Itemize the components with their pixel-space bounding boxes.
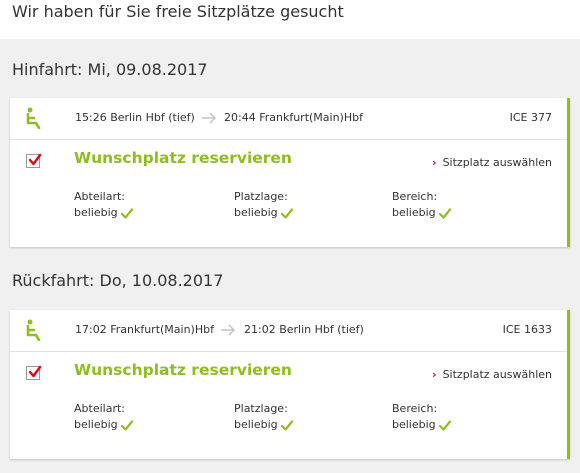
outbound-connection-row: 15:26 Berlin Hbf (tief) 20:44 Frankfurt(… <box>10 98 567 140</box>
checkmark-icon <box>28 365 42 378</box>
compartment-label: Abteilart: <box>74 190 125 203</box>
wunschplatz-title[interactable]: Wunschplatz reservieren <box>74 149 292 167</box>
area-value: beliebig <box>392 418 451 431</box>
check-icon <box>120 419 133 431</box>
select-seat-link[interactable]: › Sitzplatz auswählen <box>432 368 552 381</box>
check-icon <box>120 207 133 219</box>
departure-text: 17:02 Frankfurt(Main)Hbf <box>75 323 214 336</box>
chevron-right-icon: › <box>432 156 437 169</box>
area-label: Bereich: <box>392 190 438 203</box>
check-icon <box>438 207 451 219</box>
wunschplatz-title[interactable]: Wunschplatz reservieren <box>74 361 292 379</box>
outbound-heading: Hinfahrt: Mi, 09.08.2017 <box>12 60 208 79</box>
position-label: Platzlage: <box>234 190 288 203</box>
outbound-card: 15:26 Berlin Hbf (tief) 20:44 Frankfurt(… <box>10 98 570 247</box>
position-label: Platzlage: <box>234 402 288 415</box>
return-connection-row: 17:02 Frankfurt(Main)Hbf 21:02 Berlin Hb… <box>10 310 567 352</box>
content-area: Hinfahrt: Mi, 09.08.2017 15:26 Berlin Hb… <box>0 39 580 473</box>
arrival-text: 20:44 Frankfurt(Main)Hbf <box>224 111 363 124</box>
outbound-seat-option: Wunschplatz reservieren › Sitzplatz auswä… <box>10 140 567 247</box>
arrow-right-icon <box>221 324 236 336</box>
area-value: beliebig <box>392 206 451 219</box>
return-heading: Rückfahrt: Do, 10.08.2017 <box>12 271 224 290</box>
seat-icon <box>26 319 41 341</box>
compartment-label: Abteilart: <box>74 402 125 415</box>
arrival-text: 21:02 Berlin Hbf (tief) <box>244 323 364 336</box>
check-icon <box>280 419 293 431</box>
wunschplatz-checkbox[interactable] <box>26 365 42 380</box>
compartment-value: beliebig <box>74 206 133 219</box>
return-seat-option: Wunschplatz reservieren › Sitzplatz auswä… <box>10 352 567 459</box>
select-seat-label: Sitzplatz auswählen <box>442 156 552 169</box>
chevron-right-icon: › <box>432 368 437 381</box>
seat-icon <box>26 107 41 129</box>
train-number: ICE 377 <box>509 111 552 124</box>
arrow-right-icon <box>202 112 217 124</box>
check-icon <box>280 207 293 219</box>
compartment-value: beliebig <box>74 418 133 431</box>
wunschplatz-checkbox[interactable] <box>26 153 42 168</box>
select-seat-link[interactable]: › Sitzplatz auswählen <box>432 156 552 169</box>
train-number: ICE 1633 <box>502 323 552 336</box>
position-value: beliebig <box>234 206 293 219</box>
departure-text: 15:26 Berlin Hbf (tief) <box>75 111 195 124</box>
area-label: Bereich: <box>392 402 438 415</box>
check-icon <box>438 419 451 431</box>
return-card: 17:02 Frankfurt(Main)Hbf 21:02 Berlin Hb… <box>10 310 570 459</box>
position-value: beliebig <box>234 418 293 431</box>
select-seat-label: Sitzplatz auswählen <box>442 368 552 381</box>
page-heading: Wir haben für Sie freie Sitzplätze gesuc… <box>12 2 344 21</box>
checkmark-icon <box>28 153 42 166</box>
